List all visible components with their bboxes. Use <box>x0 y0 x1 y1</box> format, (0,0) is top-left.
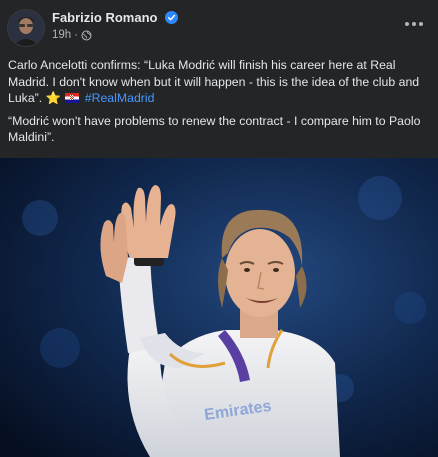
more-options-icon <box>405 22 409 26</box>
more-options-button[interactable] <box>400 14 428 34</box>
croatia-flag-icon <box>65 93 80 103</box>
post-timestamp[interactable]: 19h <box>52 29 71 41</box>
post-paragraph-1: Carlo Ancelotti confirms: “Luka Modrić w… <box>8 57 432 107</box>
author-avatar[interactable] <box>8 10 44 46</box>
more-options-icon <box>419 22 423 26</box>
post-paragraph-2: “Modrić won't have problems to renew the… <box>8 113 421 145</box>
star-emoji: ⭐ <box>45 91 61 105</box>
hashtag-link[interactable]: #RealMadrid <box>85 91 155 105</box>
post-photo[interactable]: Emirates <box>0 158 438 457</box>
author-name-text[interactable]: Fabrizio Romano <box>52 10 157 25</box>
post-header: Fabrizio Romano 19h · <box>0 0 438 52</box>
author-name[interactable]: Fabrizio Romano <box>52 10 179 25</box>
verified-badge-icon <box>165 11 179 24</box>
post-text: Carlo Ancelotti confirms: “Luka Modrić w… <box>8 57 432 152</box>
globe-icon[interactable] <box>81 30 92 41</box>
facebook-post: Fabrizio Romano 19h · Carlo Ancelotti co… <box>0 0 438 457</box>
post-meta: 19h · <box>52 29 92 41</box>
meta-separator: · <box>74 29 79 41</box>
more-options-icon <box>412 22 416 26</box>
